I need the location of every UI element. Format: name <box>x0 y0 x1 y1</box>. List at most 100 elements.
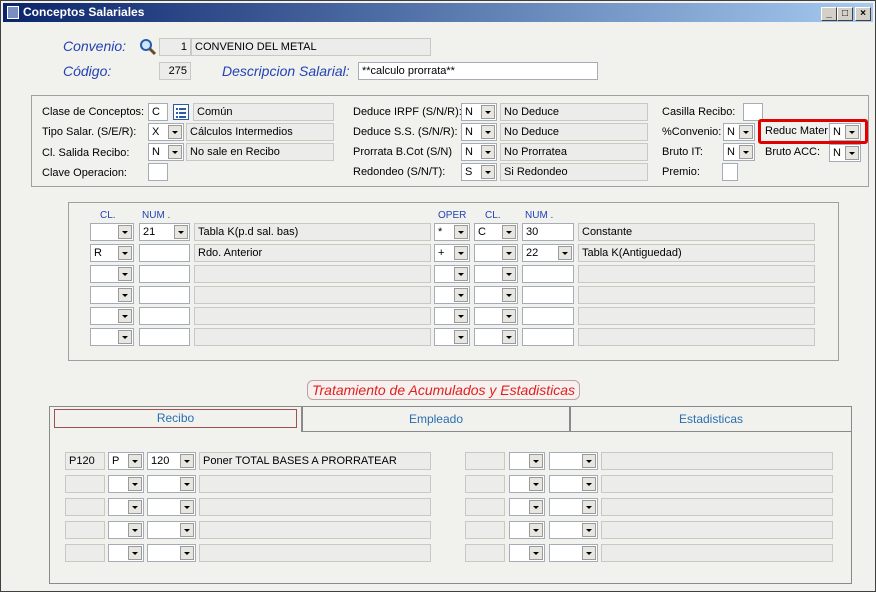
recibo-cl-select[interactable] <box>108 498 144 516</box>
chevron-down-icon[interactable] <box>118 309 132 323</box>
recibo-num-select[interactable]: 120 <box>147 452 196 470</box>
formula-cl2-select[interactable] <box>474 286 518 304</box>
recibo-cl-right-select[interactable] <box>509 521 545 539</box>
chevron-down-icon[interactable] <box>582 523 596 537</box>
recibo-cl-select[interactable] <box>108 521 144 539</box>
minimize-button[interactable]: _ <box>821 7 837 21</box>
formula-oper-select[interactable] <box>434 328 470 346</box>
formula-oper-select[interactable]: * <box>434 223 470 241</box>
chevron-down-icon[interactable] <box>558 246 572 260</box>
tab-recibo[interactable]: Recibo <box>49 406 302 432</box>
chevron-down-icon[interactable] <box>502 267 516 281</box>
search-icon[interactable] <box>139 38 157 56</box>
chevron-down-icon[interactable] <box>481 105 495 119</box>
chevron-down-icon[interactable] <box>502 246 516 260</box>
chevron-down-icon[interactable] <box>582 500 596 514</box>
chevron-down-icon[interactable] <box>168 125 182 139</box>
formula-oper-select[interactable] <box>434 286 470 304</box>
formula-oper-select[interactable] <box>434 307 470 325</box>
chevron-down-icon[interactable] <box>739 125 753 139</box>
formula-cl-select[interactable] <box>90 286 134 304</box>
chevron-down-icon[interactable] <box>118 246 132 260</box>
recibo-num-right-select[interactable] <box>549 452 598 470</box>
chevron-down-icon[interactable] <box>529 477 543 491</box>
chevron-down-icon[interactable] <box>502 330 516 344</box>
formula-oper-select[interactable] <box>434 265 470 283</box>
chevron-down-icon[interactable] <box>118 225 132 239</box>
chevron-down-icon[interactable] <box>128 500 142 514</box>
chevron-down-icon[interactable] <box>582 477 596 491</box>
chevron-down-icon[interactable] <box>529 454 543 468</box>
chevron-down-icon[interactable] <box>180 500 194 514</box>
clave-input[interactable] <box>148 163 168 181</box>
recibo-num-select[interactable] <box>147 544 196 562</box>
recibo-cl-right-select[interactable] <box>509 544 545 562</box>
chevron-down-icon[interactable] <box>529 523 543 537</box>
chevron-down-icon[interactable] <box>529 500 543 514</box>
formula-cl2-select[interactable] <box>474 244 518 262</box>
chevron-down-icon[interactable] <box>502 309 516 323</box>
chevron-down-icon[interactable] <box>502 225 516 239</box>
recibo-cl-select[interactable] <box>108 544 144 562</box>
prorrata-select[interactable]: N <box>461 143 497 161</box>
tab-estadisticas[interactable]: Estadisticas <box>570 406 852 432</box>
redondeo-select[interactable]: S <box>461 163 497 181</box>
formula-num2-input[interactable] <box>522 328 574 346</box>
chevron-down-icon[interactable] <box>118 267 132 281</box>
bruto-acc-select[interactable]: N <box>829 144 861 162</box>
chevron-down-icon[interactable] <box>128 546 142 560</box>
chevron-down-icon[interactable] <box>180 546 194 560</box>
ss-select[interactable]: N <box>461 123 497 141</box>
formula-num2-input[interactable]: 30 <box>522 223 574 241</box>
chevron-down-icon[interactable] <box>739 145 753 159</box>
premio-input[interactable] <box>722 163 738 181</box>
irpf-select[interactable]: N <box>461 103 497 121</box>
chevron-down-icon[interactable] <box>180 523 194 537</box>
formula-num-input[interactable] <box>139 265 190 283</box>
formula-cl-select[interactable]: R <box>90 244 134 262</box>
chevron-down-icon[interactable] <box>845 125 859 139</box>
chevron-down-icon[interactable] <box>118 288 132 302</box>
recibo-num-right-select[interactable] <box>549 475 598 493</box>
chevron-down-icon[interactable] <box>481 145 495 159</box>
formula-cl2-select[interactable]: C <box>474 223 518 241</box>
chevron-down-icon[interactable] <box>529 546 543 560</box>
formula-oper-select[interactable]: + <box>434 244 470 262</box>
chevron-down-icon[interactable] <box>128 477 142 491</box>
recibo-cl-select[interactable]: P <box>108 452 144 470</box>
chevron-down-icon[interactable] <box>454 288 468 302</box>
formula-num-input[interactable] <box>139 286 190 304</box>
formula-cl2-select[interactable] <box>474 328 518 346</box>
recibo-cl-right-select[interactable] <box>509 475 545 493</box>
bruto-it-select[interactable]: N <box>723 143 755 161</box>
maximize-button[interactable]: □ <box>837 7 853 21</box>
chevron-down-icon[interactable] <box>168 145 182 159</box>
descripcion-input[interactable]: **calculo prorrata** <box>358 62 598 80</box>
recibo-num-right-select[interactable] <box>549 544 598 562</box>
chevron-down-icon[interactable] <box>128 523 142 537</box>
formula-num-input[interactable] <box>139 307 190 325</box>
chevron-down-icon[interactable] <box>180 477 194 491</box>
chevron-down-icon[interactable] <box>481 125 495 139</box>
formula-cl2-select[interactable] <box>474 265 518 283</box>
chevron-down-icon[interactable] <box>582 546 596 560</box>
chevron-down-icon[interactable] <box>845 146 859 160</box>
close-button[interactable]: × <box>855 7 871 21</box>
formula-cl-select[interactable] <box>90 265 134 283</box>
formula-num2-select[interactable]: 22 <box>522 244 574 262</box>
chevron-down-icon[interactable] <box>128 454 142 468</box>
formula-cl-select[interactable] <box>90 223 134 241</box>
chevron-down-icon[interactable] <box>180 454 194 468</box>
chevron-down-icon[interactable] <box>454 309 468 323</box>
chevron-down-icon[interactable] <box>118 330 132 344</box>
clase-input[interactable]: C <box>148 103 168 121</box>
salida-select[interactable]: N <box>148 143 184 161</box>
chevron-down-icon[interactable] <box>454 246 468 260</box>
recibo-cl-select[interactable] <box>108 475 144 493</box>
chevron-down-icon[interactable] <box>481 165 495 179</box>
chevron-down-icon[interactable] <box>582 454 596 468</box>
formula-num-input[interactable] <box>139 328 190 346</box>
formula-num-input[interactable] <box>139 244 190 262</box>
pct-convenio-select[interactable]: N <box>723 123 755 141</box>
formula-cl-select[interactable] <box>90 307 134 325</box>
